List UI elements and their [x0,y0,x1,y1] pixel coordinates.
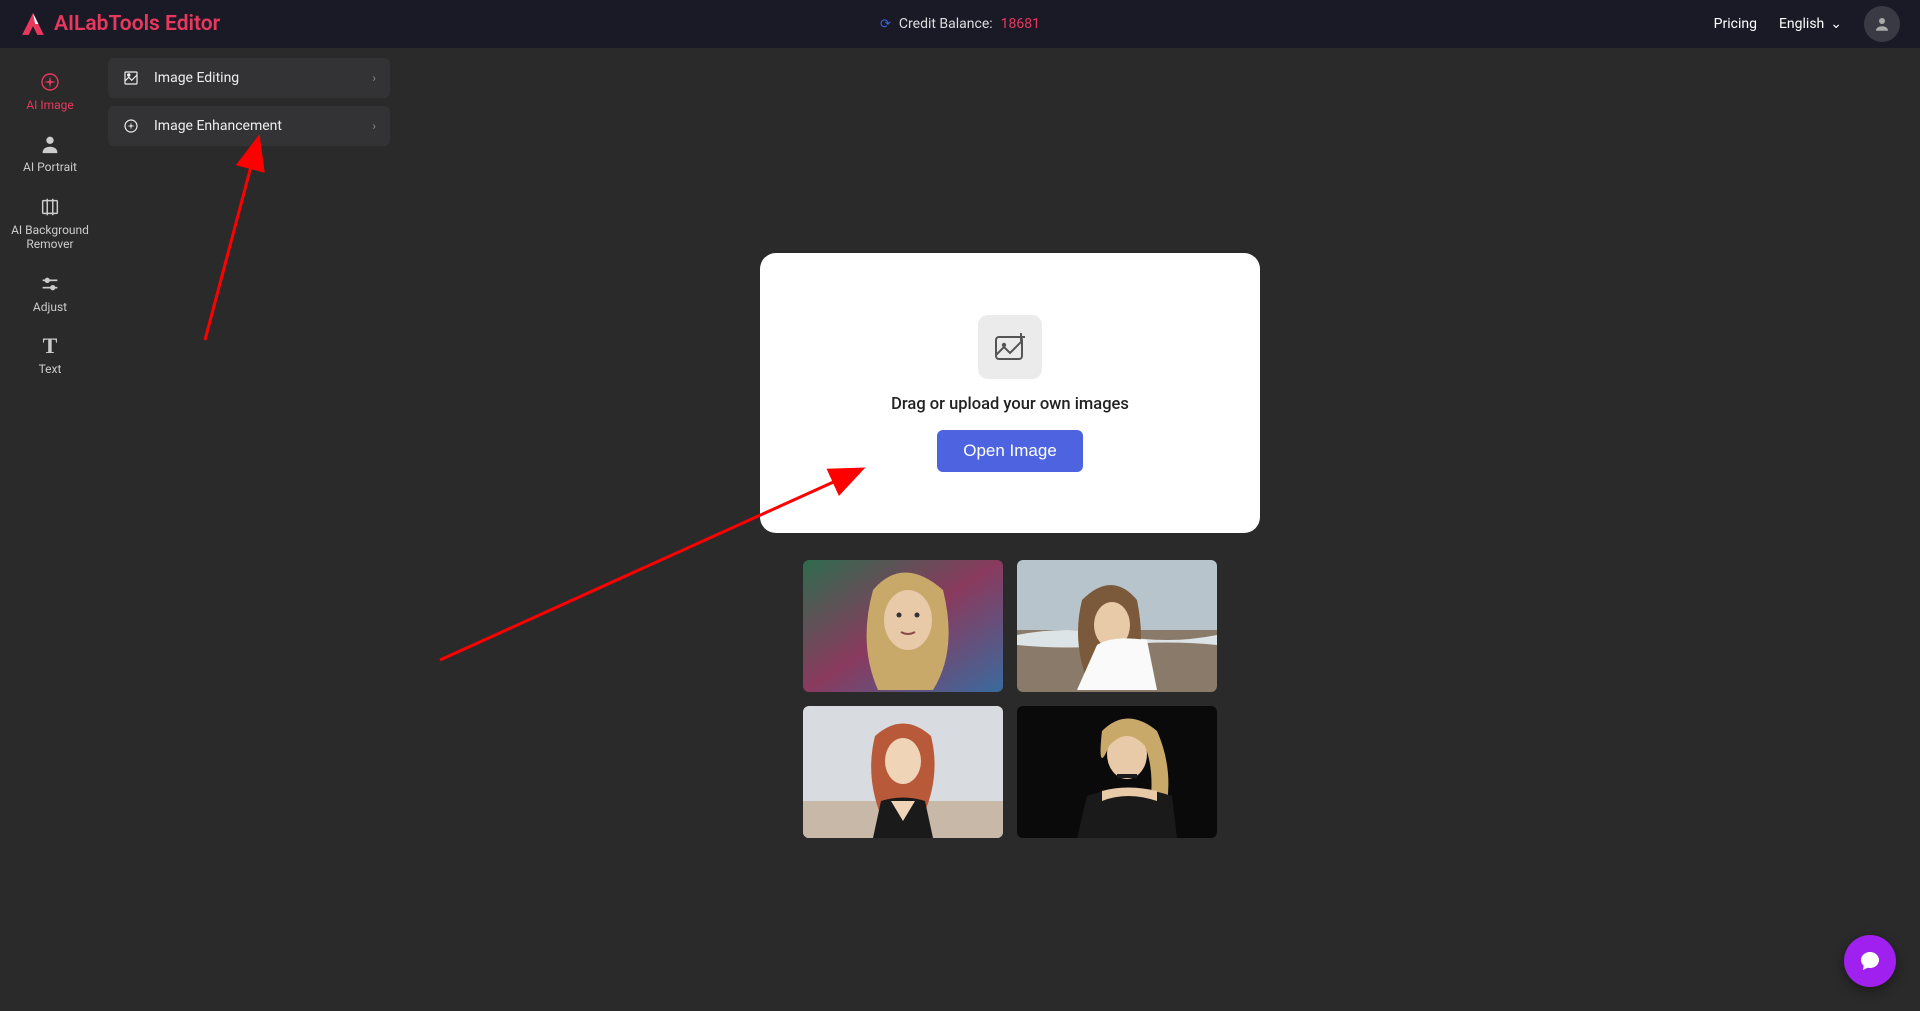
logo-icon [20,11,46,37]
sidebar: AI Image AI Portrait AI Background Remov… [0,48,100,1011]
person-icon [39,132,61,156]
credit-balance: ⟳ Credit Balance: 18681 [880,16,1040,32]
sidebar-item-label: AI Image [26,98,73,112]
sample-images [803,560,1217,838]
credit-value: 18681 [1001,16,1040,32]
header: AILabTools Editor ⟳ Credit Balance: 1868… [0,0,1920,48]
sidebar-item-ai-portrait[interactable]: AI Portrait [4,122,96,182]
sidebar-item-text[interactable]: T Text [4,324,96,384]
sliders-icon [39,272,61,296]
language-label: English [1779,16,1824,32]
chat-widget[interactable] [1844,935,1896,987]
upload-icon-box [978,315,1042,379]
sample-image-4[interactable] [1017,706,1217,838]
header-right: Pricing English ⌄ [1714,6,1900,42]
sample-image-2[interactable] [1017,560,1217,692]
sparkle-icon [38,70,62,94]
text-icon: T [43,334,58,358]
sidebar-item-label: AI Background Remover [8,223,92,252]
sidebar-item-ai-image[interactable]: AI Image [4,60,96,120]
sidebar-item-label: AI Portrait [23,160,77,174]
refresh-icon[interactable]: ⟳ [880,17,891,32]
image-plus-icon [990,327,1030,367]
sidebar-item-label: Text [39,362,62,376]
sidebar-item-ai-background-remover[interactable]: AI Background Remover [4,185,96,260]
open-image-button[interactable]: Open Image [937,430,1083,472]
sidebar-item-adjust[interactable]: Adjust [4,262,96,322]
user-icon [1873,15,1891,33]
app-title: AILabTools Editor [54,12,220,36]
sample-image-1[interactable] [803,560,1003,692]
chevron-down-icon: ⌄ [1830,16,1842,32]
upload-card[interactable]: Drag or upload your own images Open Imag… [760,253,1260,533]
frame-icon [39,195,61,219]
sidebar-item-label: Adjust [33,300,67,314]
upload-text: Drag or upload your own images [891,395,1129,414]
logo-area[interactable]: AILabTools Editor [20,11,220,37]
pricing-link[interactable]: Pricing [1714,16,1757,32]
chat-icon [1858,949,1882,973]
avatar[interactable] [1864,6,1900,42]
main-area: Drag or upload your own images Open Imag… [100,48,1920,1011]
language-select[interactable]: English ⌄ [1779,16,1842,32]
sample-image-3[interactable] [803,706,1003,838]
credit-label: Credit Balance: [899,16,993,32]
